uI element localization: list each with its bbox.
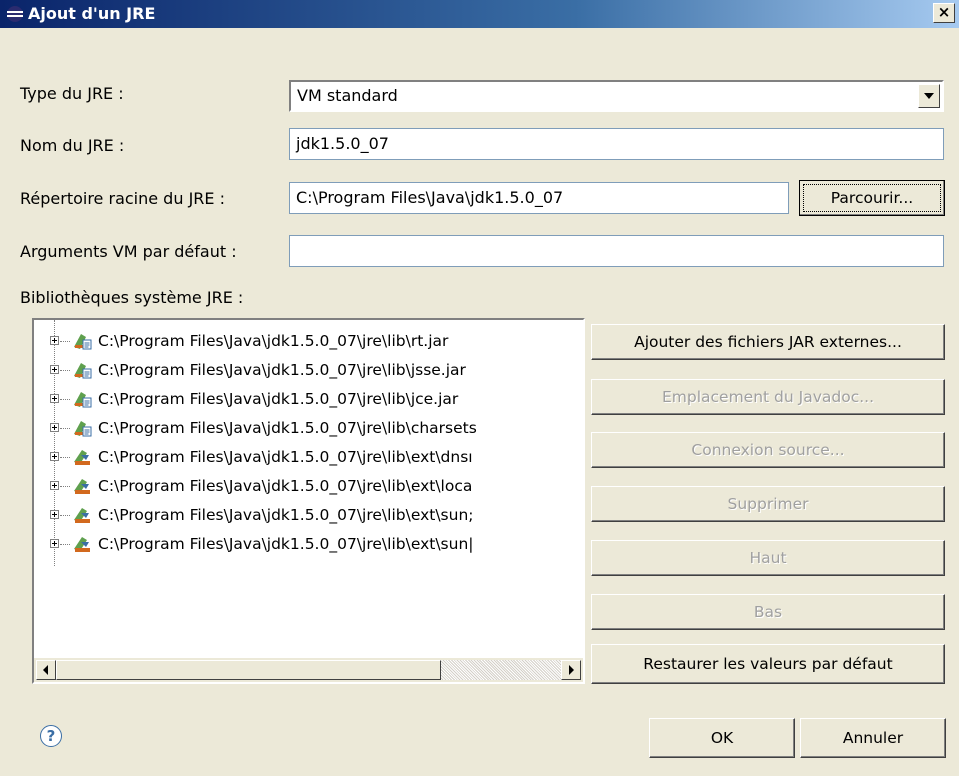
jar-icon (74, 450, 90, 465)
jre-home-input[interactable]: C:\Program Files\Java\jdk1.5.0_07 (289, 182, 789, 214)
window-title: Ajout d'un JRE (28, 4, 156, 23)
jre-type-label: Type du JRE : (20, 84, 124, 103)
scroll-track[interactable] (441, 660, 561, 680)
library-path: C:\Program Files\Java\jdk1.5.0_07\jre\li… (98, 477, 473, 495)
cancel-label: Annuler (842, 729, 904, 747)
remove-label: Supprimer (727, 495, 809, 513)
jar-with-source-icon (74, 334, 92, 350)
help-icon[interactable]: ? (40, 725, 62, 747)
tree-guide-line (54, 320, 55, 566)
vm-args-label: Arguments VM par défaut : (20, 242, 237, 261)
jre-type-select[interactable]: VM standard (289, 80, 944, 112)
jar-with-source-icon (74, 363, 92, 379)
expand-icon[interactable] (50, 452, 59, 461)
expand-icon[interactable] (50, 394, 59, 403)
arrow-right-icon (569, 665, 574, 675)
library-path: C:\Program Files\Java\jdk1.5.0_07\jre\li… (98, 535, 474, 553)
jar-with-source-icon (74, 392, 92, 408)
jre-home-value: C:\Program Files\Java\jdk1.5.0_07 (296, 188, 564, 207)
expand-icon[interactable] (50, 539, 59, 548)
expand-icon[interactable] (50, 423, 59, 432)
ok-label: OK (710, 729, 734, 747)
library-path: C:\Program Files\Java\jdk1.5.0_07\jre\li… (98, 448, 473, 466)
close-icon: × (937, 3, 951, 21)
source-attachment-label: Connexion source... (691, 441, 845, 459)
library-path: C:\Program Files\Java\jdk1.5.0_07\jre\li… (98, 390, 459, 408)
scroll-thumb[interactable] (56, 660, 441, 680)
library-path: C:\Program Files\Java\jdk1.5.0_07\jre\li… (98, 361, 466, 379)
jar-with-source-icon (74, 421, 92, 437)
jar-icon (74, 479, 90, 494)
up-label: Haut (749, 549, 787, 567)
vm-args-input[interactable] (289, 235, 944, 267)
javadoc-location-button[interactable]: Emplacement du Javadoc... (591, 379, 945, 415)
down-button[interactable]: Bas (591, 594, 945, 630)
jre-name-label: Nom du JRE : (20, 136, 125, 155)
restore-defaults-label: Restaurer les valeurs par défaut (643, 655, 893, 673)
add-external-jars-label: Ajouter des fichiers JAR externes... (634, 333, 902, 351)
arrow-left-icon (43, 665, 48, 675)
source-attachment-button[interactable]: Connexion source... (591, 432, 945, 468)
scroll-left-button[interactable] (36, 660, 56, 680)
libraries-tree[interactable]: C:\Program Files\Java\jdk1.5.0_07\jre\li… (32, 318, 585, 684)
ok-button[interactable]: OK (649, 718, 795, 758)
expand-icon[interactable] (50, 510, 59, 519)
jre-name-value: jdk1.5.0_07 (296, 134, 389, 153)
jre-home-label: Répertoire racine du JRE : (20, 189, 225, 208)
jre-type-value: VM standard (297, 86, 398, 105)
down-label: Bas (753, 603, 783, 621)
horizontal-scrollbar[interactable] (34, 658, 583, 682)
remove-button[interactable]: Supprimer (591, 486, 945, 522)
library-path: C:\Program Files\Java\jdk1.5.0_07\jre\li… (98, 419, 477, 437)
help-glyph: ? (46, 727, 56, 745)
library-path: C:\Program Files\Java\jdk1.5.0_07\jre\li… (98, 332, 449, 350)
expand-icon[interactable] (50, 336, 59, 345)
chevron-down-icon[interactable] (918, 84, 940, 108)
libraries-label: Bibliothèques système JRE : (20, 288, 244, 307)
jre-name-input[interactable]: jdk1.5.0_07 (289, 128, 944, 160)
restore-defaults-button[interactable]: Restaurer les valeurs par défaut (591, 644, 945, 684)
cancel-button[interactable]: Annuler (800, 718, 946, 758)
expand-icon[interactable] (50, 481, 59, 490)
browse-button[interactable]: Parcourir... (799, 180, 945, 216)
javadoc-location-label: Emplacement du Javadoc... (661, 388, 874, 406)
expand-icon[interactable] (50, 365, 59, 374)
jar-icon (74, 537, 90, 552)
library-path: C:\Program Files\Java\jdk1.5.0_07\jre\li… (98, 506, 474, 524)
eclipse-icon (7, 6, 23, 22)
scroll-right-button[interactable] (561, 660, 581, 680)
close-button[interactable]: × (933, 3, 955, 23)
up-button[interactable]: Haut (591, 540, 945, 576)
add-external-jars-button[interactable]: Ajouter des fichiers JAR externes... (591, 324, 945, 360)
jar-icon (74, 508, 90, 523)
title-bar: Ajout d'un JRE × (0, 0, 959, 28)
browse-button-label: Parcourir... (830, 189, 914, 207)
